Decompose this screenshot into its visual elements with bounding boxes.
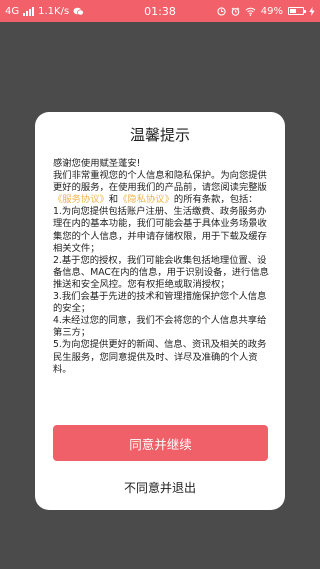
signal-icon <box>23 6 35 16</box>
battery-percent: 49% <box>260 5 283 17</box>
clock-icon <box>217 6 226 16</box>
service-agreement-link[interactable]: 《服务协议》 <box>53 194 109 205</box>
alarm-icon <box>231 7 240 16</box>
terms-item-1: 1.为向您提供包括账户注册、生活缴费、政务服务办理在内的基本功能，我们可能会基于… <box>53 206 267 254</box>
disagree-button[interactable]: 不同意并退出 <box>35 479 285 496</box>
terms-item-4: 4.未经过您的同意，我们不会将您的个人信息共享给第三方； <box>53 315 267 339</box>
battery-icon <box>288 7 306 15</box>
modal-overlay: 温馨提示 感谢您使用赋圣蓬安! 我们非常重视您的个人信息和隐私保护。为向您提供更… <box>0 22 320 569</box>
terms-item-3: 3.我们会基于先进的技术和管理措施保护您个人信息的安全； <box>53 291 267 315</box>
privacy-dialog: 温馨提示 感谢您使用赋圣蓬安! 我们非常重视您的个人信息和隐私保护。为向您提供更… <box>35 112 285 510</box>
dialog-title: 温馨提示 <box>129 126 190 144</box>
lightning-icon <box>309 6 315 16</box>
greeting-text: 感谢您使用赋圣蓬安! <box>53 158 141 169</box>
network-speed: 1.1K/s <box>38 5 70 17</box>
terms-item-5: 5.为向您提供更好的新闻、信息、资讯及相关的政务民生服务，您同意提供及时、详尽及… <box>53 339 267 375</box>
terms-item-2: 2.基于您的授权，我们可能会收集包括地理位置、设备信息、MAC在内的信息，用于识… <box>53 254 269 290</box>
status-bar: 4G 1.1K/s 01:38 49% <box>0 0 320 22</box>
network-type: 4G <box>5 5 20 17</box>
privacy-agreement-link[interactable]: 《隐私协议》 <box>118 194 174 205</box>
intro-text: 我们非常重视您的个人信息和隐私保护。为向您提供更好的服务，在使用我们的产品前，请… <box>53 170 267 206</box>
wechat-icon <box>73 7 85 15</box>
dialog-body: 感谢您使用赋圣蓬安! 我们非常重视您的个人信息和隐私保护。为向您提供更好的服务，… <box>53 158 269 376</box>
wifi-icon <box>245 7 256 16</box>
agree-button[interactable]: 同意并继续 <box>53 425 268 461</box>
